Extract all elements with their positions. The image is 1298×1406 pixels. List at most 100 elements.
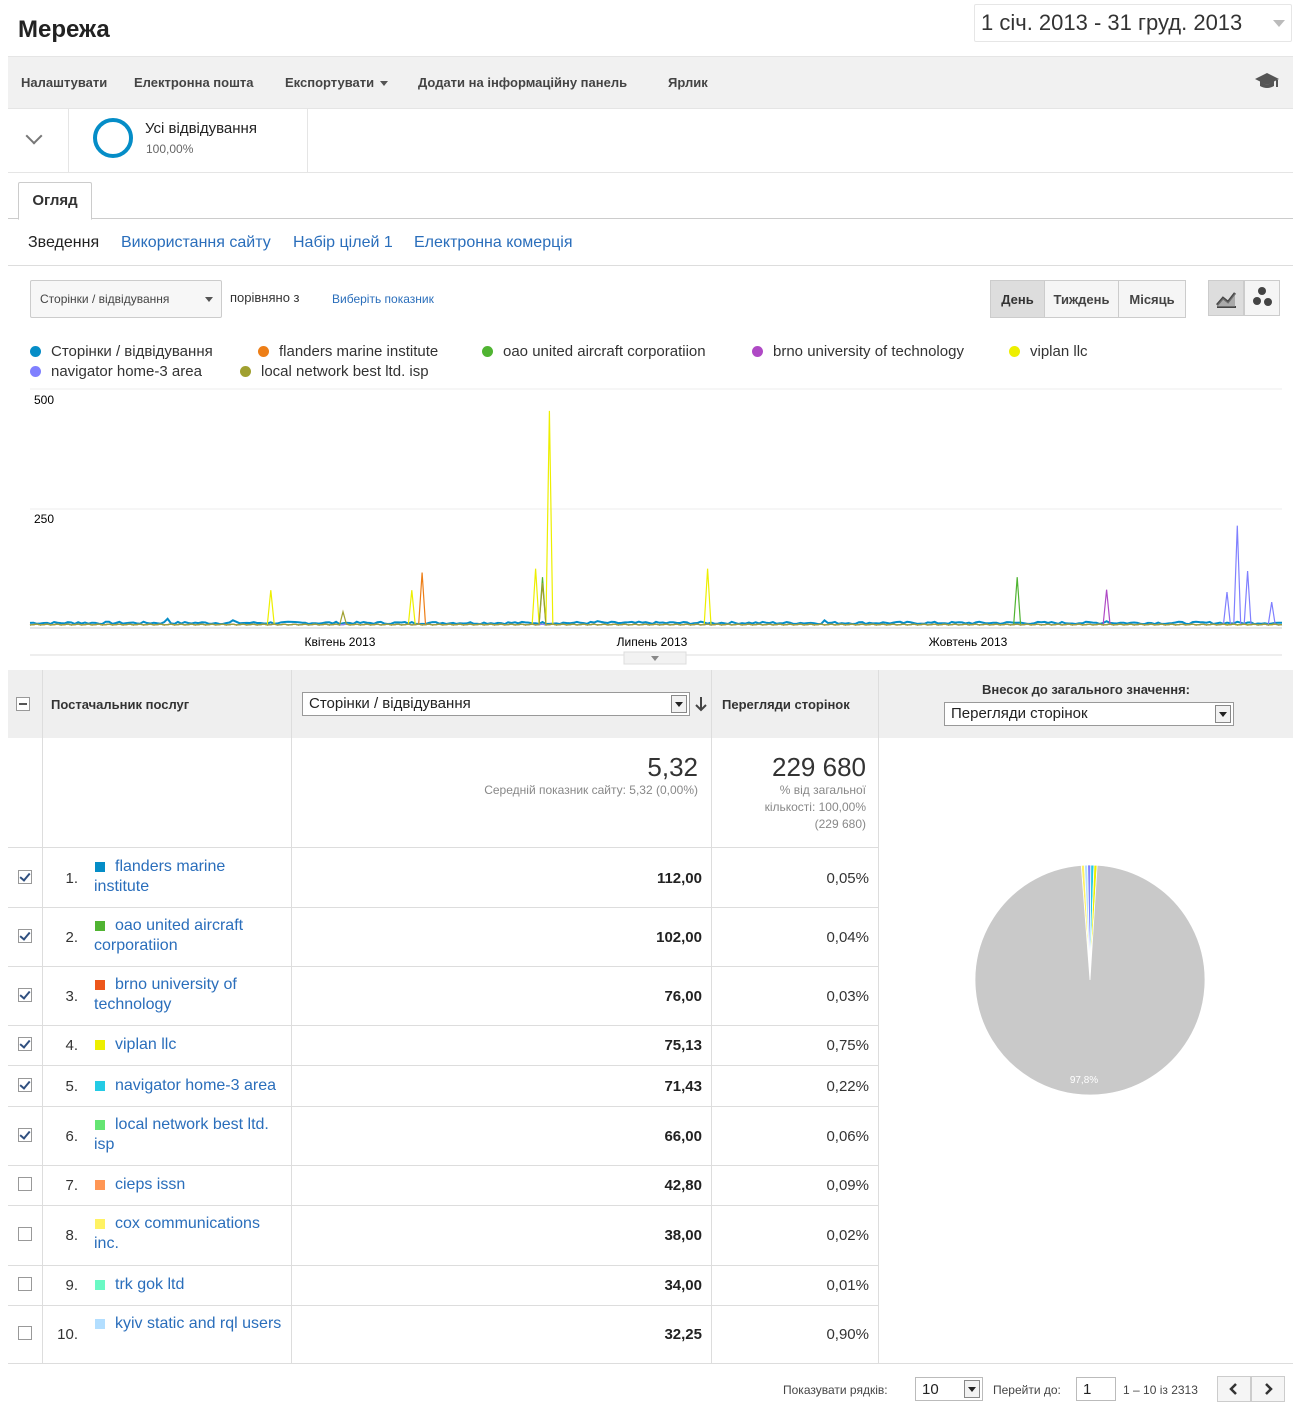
divider [307, 108, 308, 172]
add-to-dashboard-button[interactable]: Додати на інформаційну панель [418, 75, 627, 90]
prev-page-button[interactable] [1217, 1376, 1251, 1402]
pageviews-percent: 0,90% [826, 1326, 869, 1343]
month-button[interactable]: Місяць [1118, 280, 1186, 318]
row-checkbox[interactable] [18, 1277, 32, 1291]
metric-column-select[interactable]: Сторінки / відвідування [302, 692, 690, 716]
goto-page-input[interactable]: 1 [1076, 1377, 1116, 1401]
contribution-metric-select[interactable]: Перегляди сторінок [944, 702, 1234, 726]
metric-value: 71,43 [664, 1077, 702, 1095]
legend-item[interactable]: navigator home-3 area [30, 363, 202, 380]
week-button[interactable]: Тиждень [1044, 280, 1119, 318]
row-checkbox[interactable] [18, 928, 32, 943]
provider-link[interactable]: kyiv static and rql users [94, 1314, 284, 1334]
customize-button[interactable]: Налаштувати [21, 75, 107, 90]
subnav-goal-set[interactable]: Набір цілей 1 [293, 234, 393, 252]
row-checkbox[interactable] [18, 1326, 32, 1340]
legend-dot [30, 346, 41, 357]
select-all-checkbox[interactable] [16, 697, 30, 711]
segment-name[interactable]: Усі відвідування [145, 120, 257, 137]
col-provider-header[interactable]: Постачальник послуг [51, 697, 189, 712]
row-number: 2. [65, 928, 78, 946]
pageviews-percent: 0,03% [826, 987, 869, 1005]
date-range-picker[interactable]: 1 січ. 2013 - 31 груд. 2013 [974, 4, 1292, 42]
pageviews-percent: 0,02% [826, 1227, 869, 1244]
subnav-ecommerce[interactable]: Електронна комерція [414, 234, 572, 252]
report-toolbar: Налаштувати Електронна пошта Експортуват… [8, 56, 1293, 109]
metric-value: 42,80 [664, 1177, 702, 1194]
select-metric-link[interactable]: Виберіть показник [332, 292, 434, 306]
chevron-down-icon [205, 297, 213, 302]
metric-value: 38,00 [664, 1227, 702, 1244]
metric-value: 66,00 [664, 1127, 702, 1145]
row-checkbox[interactable] [18, 1037, 32, 1051]
row-checkbox[interactable] [18, 869, 32, 884]
legend-label: oao united aircraft corporatiion [503, 343, 706, 360]
line-chart[interactable]: 500 250 Квітень 2013 Липень 2013 Жовтень… [0, 380, 1298, 670]
contribution-pie-chart[interactable]: 97,8% [960, 850, 1220, 1110]
provider-link[interactable]: navigator home-3 area [94, 1076, 284, 1096]
chevron-down-icon [1215, 705, 1231, 723]
col-pageviews-header[interactable]: Перегляди сторінок [722, 697, 850, 712]
chevron-down-icon[interactable] [25, 127, 43, 145]
legend-item[interactable]: viplan llc [1009, 343, 1088, 360]
legend-item[interactable]: oao united aircraft corporatiion [482, 343, 706, 360]
summary-pageviews-value: 229 680 [772, 752, 866, 782]
metric-column-select-label: Сторінки / відвідування [309, 695, 471, 712]
legend-dot [30, 366, 41, 377]
pageviews-percent: 0,01% [826, 1277, 869, 1294]
shortcut-button[interactable]: Ярлик [668, 75, 708, 90]
email-button[interactable]: Електронна пошта [134, 75, 254, 90]
provider-link[interactable]: cox communications inc. [94, 1214, 284, 1254]
graduation-cap-icon[interactable] [1254, 71, 1280, 91]
pageviews-percent: 0,05% [826, 869, 869, 887]
row-checkbox[interactable] [18, 1177, 32, 1191]
legend-item[interactable]: flanders marine institute [258, 343, 438, 360]
row-checkbox[interactable] [18, 1227, 32, 1241]
table-row: 6. local network best ltd. isp 66,00 0,06% [8, 1106, 879, 1165]
pageviews-percent: 0,22% [826, 1077, 869, 1095]
divider [8, 265, 1293, 266]
summary-pageviews-note: (229 680) [814, 817, 866, 831]
provider-link[interactable]: oao united aircraft corporatiion [94, 916, 284, 956]
next-page-button[interactable] [1251, 1376, 1285, 1402]
metric-select[interactable]: Сторінки / відвідування [30, 280, 222, 318]
date-range-text: 1 січ. 2013 - 31 груд. 2013 [981, 10, 1243, 35]
metric-value: 75,13 [664, 1037, 702, 1054]
tab-divider [8, 218, 1293, 219]
legend-dot [482, 346, 493, 357]
legend-label: brno university of technology [773, 343, 964, 360]
subnav-summary[interactable]: Зведення [28, 234, 99, 252]
provider-link[interactable]: cieps issn [94, 1175, 284, 1195]
provider-link[interactable]: viplan llc [94, 1035, 284, 1055]
provider-link[interactable]: flanders marine institute [94, 857, 284, 897]
rows-per-page-select[interactable]: 10 [915, 1377, 983, 1401]
provider-link[interactable]: trk gok ltd [94, 1275, 284, 1295]
tab-overview[interactable]: Огляд [18, 182, 92, 220]
legend-dot [258, 346, 269, 357]
table-row: 10. kyiv static and rql users 32,25 0,90% [8, 1305, 879, 1363]
motion-chart-view-button[interactable] [1244, 280, 1280, 316]
legend-item[interactable]: Сторінки / відвідування [30, 343, 213, 360]
sort-down-icon[interactable] [694, 696, 708, 712]
legend-item[interactable]: local network best ltd. isp [240, 363, 429, 380]
series-line [29, 582, 1283, 626]
row-checkbox[interactable] [18, 987, 32, 1002]
row-checkbox[interactable] [18, 1127, 32, 1142]
pageviews-percent: 0,09% [826, 1177, 869, 1194]
metric-value: 112,00 [656, 869, 702, 887]
compare-label: порівняно з [230, 290, 300, 305]
row-number: 10. [57, 1326, 78, 1343]
legend-item[interactable]: brno university of technology [752, 343, 964, 360]
subnav-site-usage[interactable]: Використання сайту [121, 234, 271, 252]
day-button[interactable]: День [990, 280, 1045, 318]
series-line [29, 410, 1283, 626]
legend-label: local network best ltd. isp [261, 363, 429, 380]
legend-dot [1009, 346, 1020, 357]
line-chart-view-button[interactable] [1208, 280, 1244, 316]
table-row: 5. navigator home-3 area 71,43 0,22% [8, 1065, 879, 1106]
provider-link[interactable]: local network best ltd. isp [94, 1115, 284, 1155]
provider-link[interactable]: brno university of technology [94, 975, 284, 1015]
row-checkbox[interactable] [18, 1077, 32, 1092]
y-tick-label: 250 [34, 512, 54, 526]
export-button[interactable]: Експортувати [285, 75, 389, 90]
